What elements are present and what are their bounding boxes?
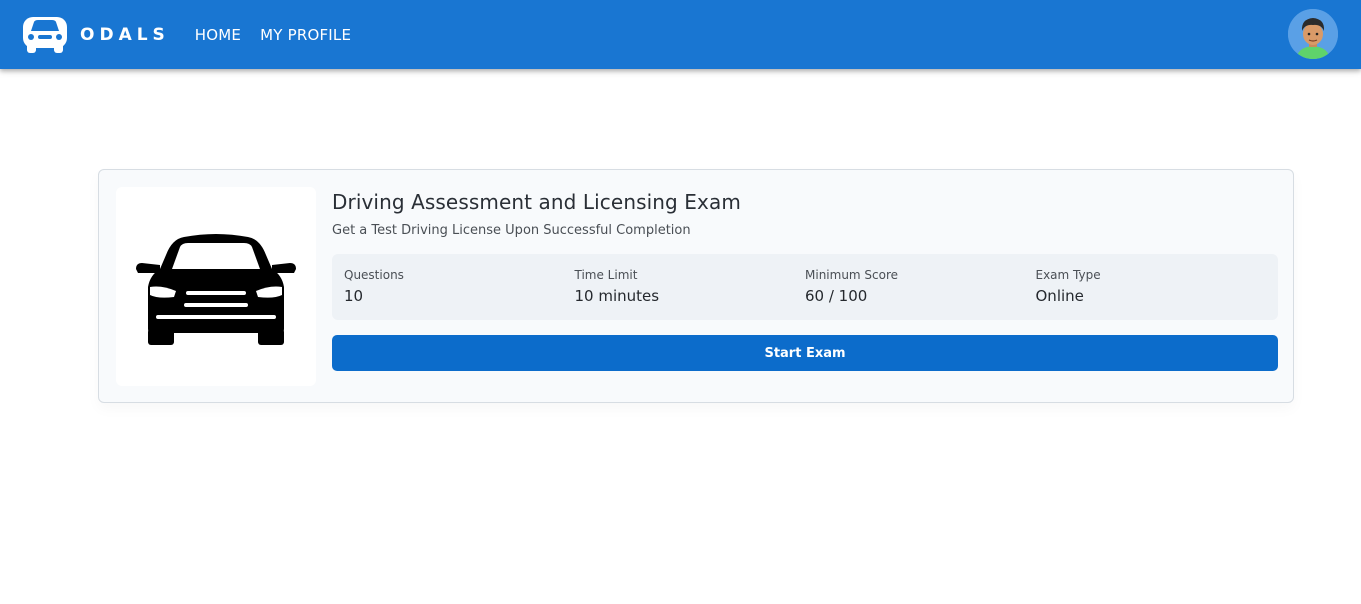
nav-my-profile-link[interactable]: MY PROFILE [260,26,351,44]
stat-value: Online [1035,287,1084,305]
stat-value: 10 [344,287,364,305]
start-exam-button[interactable]: Start Exam [332,335,1278,371]
stat-value: 60 / 100 [805,287,868,305]
stat-label: Time Limit [574,268,638,282]
stat-time-limit: Time Limit 10 minutes [575,268,806,320]
exam-subtitle: Get a Test Driving License Upon Successf… [332,223,691,238]
person-avatar-icon [1288,9,1338,59]
exam-stats: Questions 10 Time Limit 10 minutes Minim… [332,254,1278,320]
main-nav: HOME MY PROFILE [195,26,370,44]
exam-title: Driving Assessment and Licensing Exam [332,190,741,214]
user-avatar[interactable] [1288,9,1338,59]
top-navbar: ODALS HOME MY PROFILE [0,0,1361,69]
nav-home-link[interactable]: HOME [195,26,241,44]
exam-details: Driving Assessment and Licensing Exam Ge… [332,190,1278,371]
stat-label: Exam Type [1035,268,1101,282]
stat-minimum-score: Minimum Score 60 / 100 [805,268,1036,320]
exam-image [116,187,316,386]
stat-value: 10 minutes [574,287,660,305]
car-icon [23,16,67,53]
stat-label: Questions [344,268,404,282]
exam-card: Driving Assessment and Licensing Exam Ge… [98,169,1294,403]
stat-questions: Questions 10 [344,268,575,320]
stat-exam-type: Exam Type Online [1036,268,1267,320]
brand-name: ODALS [80,24,170,45]
stat-label: Minimum Score [805,268,899,282]
car-front-icon [136,233,296,345]
brand-link[interactable]: ODALS [20,16,170,54]
